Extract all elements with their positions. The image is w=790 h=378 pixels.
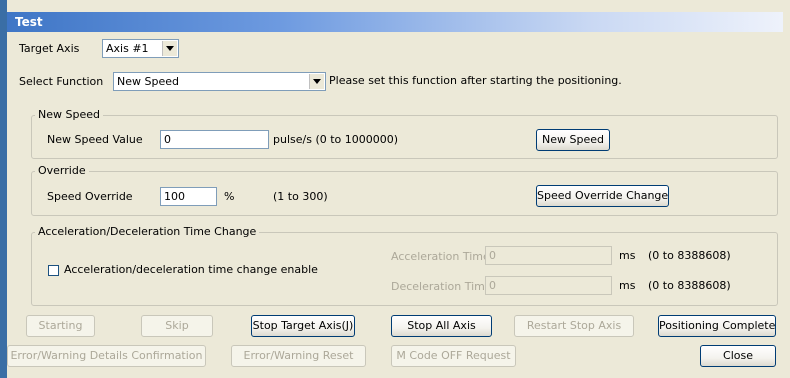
new-speed-value-input[interactable]: 0: [160, 130, 269, 149]
stop-target-axis-button[interactable]: Stop Target Axis(J): [251, 315, 355, 337]
deceleration-time-unit: ms: [619, 279, 636, 292]
new-speed-value-label: New Speed Value: [47, 133, 143, 146]
deceleration-time-input[interactable]: 0: [485, 276, 612, 295]
accel-decel-enable-checkbox[interactable]: [48, 265, 59, 276]
chevron-down-icon[interactable]: [162, 41, 177, 56]
speed-override-label: Speed Override: [47, 190, 133, 203]
acceleration-time-input[interactable]: 0: [485, 246, 612, 265]
left-accent-bar: [0, 0, 7, 378]
target-axis-label: Target Axis: [19, 42, 80, 55]
positioning-complete-button[interactable]: Positioning Complete: [658, 315, 776, 337]
m-code-off-request-button[interactable]: M Code OFF Request: [391, 345, 516, 367]
new-speed-unit-range: pulse/s (0 to 1000000): [273, 133, 399, 146]
accel-decel-group-title: Acceleration/Deceleration Time Change: [35, 225, 260, 239]
acceleration-time-range: (0 to 8388608): [648, 249, 731, 262]
new-speed-button[interactable]: New Speed: [536, 129, 610, 151]
new-speed-group: [31, 115, 778, 159]
window-title: Test: [7, 12, 783, 32]
close-button[interactable]: Close: [700, 345, 776, 367]
restart-stop-axis-button[interactable]: Restart Stop Axis: [514, 315, 634, 337]
speed-override-input[interactable]: 100: [160, 187, 217, 206]
error-warning-details-button[interactable]: Error/Warning Details Confirmation: [7, 345, 206, 367]
stop-all-axis-button[interactable]: Stop All Axis: [391, 315, 492, 337]
acceleration-time-unit: ms: [619, 249, 636, 262]
override-group-title: Override: [35, 164, 89, 178]
acceleration-time-label: Acceleration Time: [391, 250, 490, 263]
new-speed-group-title: New Speed: [35, 108, 103, 122]
deceleration-time-label: Deceleration Time: [391, 280, 492, 293]
speed-override-range: (1 to 300): [273, 190, 328, 203]
chevron-down-icon[interactable]: [309, 74, 324, 89]
select-function-note: Please set this function after starting …: [329, 74, 622, 87]
select-function-value: New Speed: [117, 75, 179, 88]
error-warning-reset-button[interactable]: Error/Warning Reset: [231, 345, 366, 367]
target-axis-value: Axis #1: [106, 42, 149, 55]
deceleration-time-range: (0 to 8388608): [648, 279, 731, 292]
test-panel: Target Axis Axis #1 Select Function New …: [7, 32, 783, 378]
speed-override-unit: %: [224, 190, 235, 203]
speed-override-change-button[interactable]: Speed Override Change: [536, 185, 669, 207]
skip-button[interactable]: Skip: [141, 315, 213, 337]
select-function-select[interactable]: New Speed: [113, 72, 326, 91]
target-axis-select[interactable]: Axis #1: [102, 39, 179, 58]
accel-decel-enable-label: Acceleration/deceleration time change en…: [64, 263, 318, 276]
starting-button[interactable]: Starting: [26, 315, 95, 337]
select-function-label: Select Function: [19, 75, 104, 88]
